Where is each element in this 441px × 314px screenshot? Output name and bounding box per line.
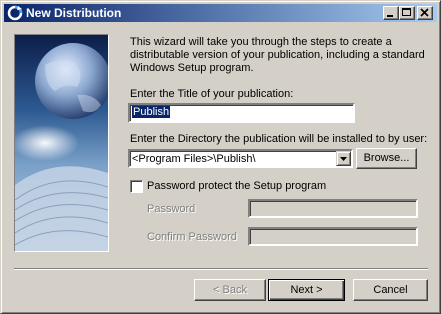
title-input[interactable]: Publish xyxy=(128,103,355,123)
cancel-button[interactable]: Cancel xyxy=(353,279,428,301)
confirm-password-label: Confirm Password xyxy=(147,231,237,243)
directory-combobox[interactable]: <Program Files>\Publish\ xyxy=(128,149,353,168)
title-field-label: Enter the Title of your publication: xyxy=(130,88,294,100)
minimize-button[interactable] xyxy=(383,6,399,20)
browse-button[interactable]: Browse... xyxy=(356,148,417,169)
browse-button-label: Browse... xyxy=(363,152,410,164)
close-button[interactable] xyxy=(417,6,433,20)
directory-field-label: Enter the Directory the publication will… xyxy=(130,133,428,145)
maximize-icon xyxy=(402,8,411,16)
confirm-password-input[interactable] xyxy=(248,227,418,246)
app-icon xyxy=(7,5,23,21)
title-input-value: Publish xyxy=(132,106,171,118)
wizard-window: New Distribution This wizard will take y… xyxy=(0,0,441,314)
globe-book-image xyxy=(15,35,108,251)
back-button[interactable]: < Back xyxy=(194,279,266,301)
next-button[interactable]: Next > xyxy=(268,279,345,301)
window-title: New Distribution xyxy=(26,6,122,20)
minimize-icon xyxy=(387,15,393,17)
dropdown-button[interactable] xyxy=(336,151,351,166)
password-label: Password xyxy=(147,203,196,215)
button-separator xyxy=(14,268,428,270)
back-button-label: < Back xyxy=(213,284,247,296)
wizard-side-image xyxy=(14,34,109,252)
password-protect-checkbox[interactable] xyxy=(130,180,143,193)
password-input[interactable] xyxy=(248,199,418,218)
directory-value: <Program Files>\Publish\ xyxy=(132,153,256,165)
close-icon xyxy=(420,8,429,17)
next-button-label: Next > xyxy=(290,284,323,296)
dropdown-arrow-icon xyxy=(340,157,347,161)
password-protect-label[interactable]: Password protect the Setup program xyxy=(147,180,326,192)
cancel-button-label: Cancel xyxy=(373,284,408,296)
maximize-button[interactable] xyxy=(399,6,415,20)
title-bar[interactable]: New Distribution xyxy=(4,4,437,22)
intro-text: This wizard will take you through the st… xyxy=(130,36,425,74)
